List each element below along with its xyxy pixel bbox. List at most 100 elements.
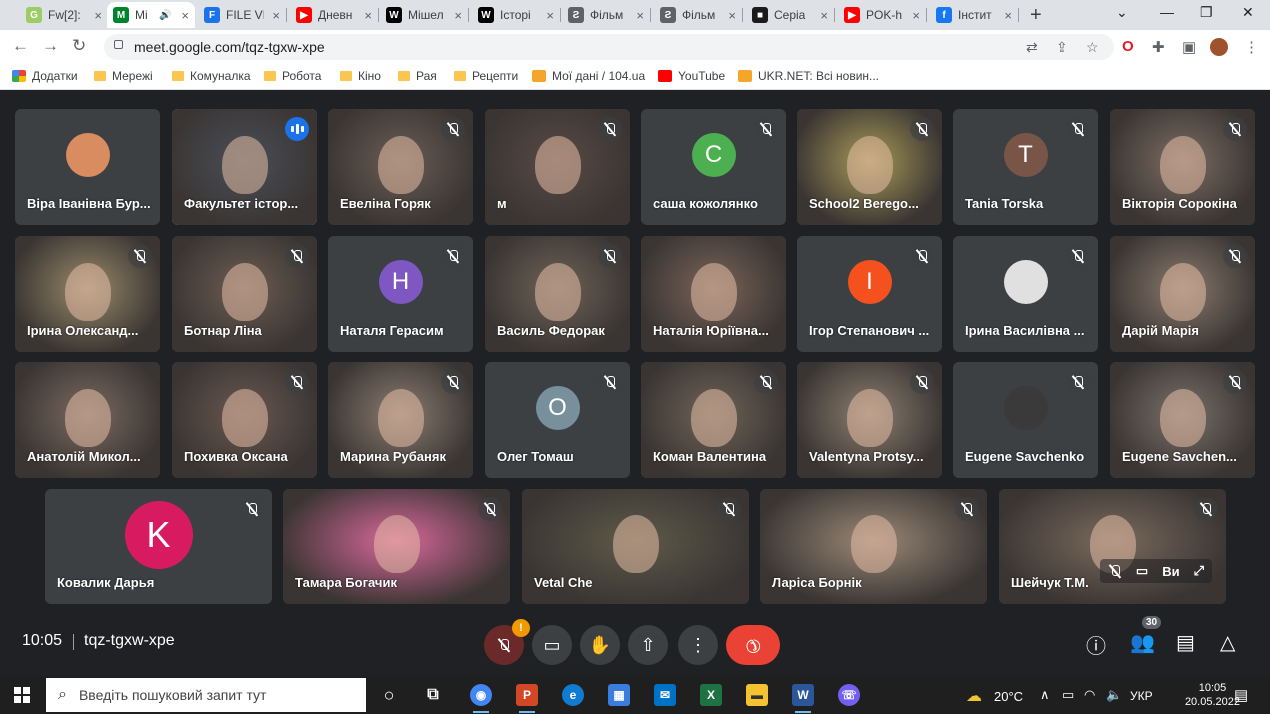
new-tab-icon[interactable]: +	[1030, 4, 1042, 27]
participant-tile[interactable]: Ірина Олександ...	[15, 236, 160, 352]
mic-toggle-button[interactable]: !	[484, 619, 530, 665]
tab-close-icon[interactable]: ×	[728, 8, 736, 23]
browser-tab[interactable]: ■ Серіа ×	[746, 2, 835, 28]
extensions-puzzle-icon[interactable]: ✚	[1152, 38, 1165, 56]
tab-close-icon[interactable]: ×	[272, 8, 280, 23]
participant-tile[interactable]: Коман Валентина	[641, 362, 786, 478]
browser-tab[interactable]: W Мішел ×	[380, 2, 469, 28]
participant-tile[interactable]: Вікторія Сорокіна	[1110, 109, 1255, 225]
participant-tile[interactable]: School2 Berego...	[797, 109, 942, 225]
participant-tile[interactable]: O Олег Томаш	[485, 362, 630, 478]
raise-hand-button[interactable]: ✋	[580, 625, 620, 665]
forward-icon[interactable]: →	[42, 36, 59, 56]
reload-icon[interactable]: ↻	[72, 36, 86, 56]
participant-tile[interactable]: Марина Рубаняк	[328, 362, 473, 478]
participant-tile[interactable]: І Ігор Степанович ...	[797, 236, 942, 352]
leave-call-button[interactable]: ✆	[726, 625, 780, 665]
tab-audio-icon[interactable]: 🔊	[159, 10, 171, 21]
browser-tab[interactable]: F FILE VI ×	[198, 2, 287, 28]
bookmark-item[interactable]: Рецепти	[454, 69, 518, 83]
browser-tab[interactable]: G Fw[2]: ×	[20, 2, 109, 28]
powerpoint-taskbar-icon[interactable]: P	[516, 684, 538, 713]
back-icon[interactable]: ←	[12, 36, 29, 56]
browser-tab[interactable]: W Історі ×	[472, 2, 561, 28]
participant-tile[interactable]: Ірина Василівна ...	[953, 236, 1098, 352]
bookmark-item[interactable]: YouTube	[658, 69, 725, 83]
file-explorer-taskbar-icon[interactable]: ▬	[746, 684, 768, 706]
participant-tile[interactable]: Ссаша кожолянко	[641, 109, 786, 225]
tab-close-icon[interactable]: ×	[454, 8, 462, 23]
tab-close-icon[interactable]: ×	[364, 8, 372, 23]
bookmark-item[interactable]: Робота	[264, 69, 321, 83]
browser-tab[interactable]: ▶ Дневн ×	[290, 2, 379, 28]
participant-tile[interactable]: Віра Іванівна Бур...	[15, 109, 160, 225]
opera-extension-icon[interactable]: O	[1122, 38, 1134, 55]
tab-close-icon[interactable]: ×	[636, 8, 644, 23]
bookmark-item[interactable]: Мої дані / 104.ua	[532, 69, 645, 83]
participant-tile[interactable]: Дарій Марія	[1110, 236, 1255, 352]
participant-tile[interactable]: Шейчук Т.М. ▭ Ви ⤢	[999, 489, 1226, 604]
more-options-button[interactable]: ⋮	[678, 625, 718, 665]
lock-icon[interactable]	[114, 40, 123, 49]
participant-tile[interactable]: Похивка Оксана	[172, 362, 317, 478]
bookmark-item[interactable]: Додатки	[12, 69, 78, 83]
participant-tile[interactable]: Eugene Savchen...	[1110, 362, 1255, 478]
minimize-icon[interactable]: —	[1160, 4, 1174, 20]
tab-close-icon[interactable]: ×	[546, 8, 554, 23]
participant-tile[interactable]: Ботнар Ліна	[172, 236, 317, 352]
participant-tile[interactable]: Василь Федорак	[485, 236, 630, 352]
excel-taskbar-icon[interactable]: X	[700, 684, 722, 706]
address-bar[interactable]: meet.google.com/tqz-tgxw-xpe ⇄ ⇪ ☆	[104, 34, 1114, 60]
notification-center-icon[interactable]: ▤	[1234, 686, 1248, 704]
system-clock[interactable]: 10:05 20.05.2022	[1185, 681, 1240, 709]
wifi-icon[interactable]: ◠	[1084, 687, 1095, 703]
participant-tile[interactable]: Eugene Savchenko	[953, 362, 1098, 478]
side-panel-icon[interactable]: ▣	[1182, 38, 1196, 56]
participant-tile[interactable]: Ларіса Борнік	[760, 489, 987, 604]
present-screen-button[interactable]: ⇧	[628, 625, 668, 665]
tab-close-icon[interactable]: ×	[1004, 8, 1012, 23]
weather-icon[interactable]: ☁	[966, 686, 982, 706]
bookmark-item[interactable]: UKR.NET: Всі новин...	[738, 69, 879, 83]
people-icon[interactable]: 👥	[1130, 630, 1155, 655]
tray-chevron-icon[interactable]: ∧	[1040, 687, 1050, 703]
participant-tile[interactable]: Евеліна Горяк	[328, 109, 473, 225]
url-text[interactable]: meet.google.com/tqz-tgxw-xpe	[134, 39, 325, 55]
volume-icon[interactable]: 🔈	[1106, 687, 1122, 703]
self-mic-off-icon[interactable]	[1108, 564, 1122, 578]
meeting-details-icon[interactable]: ⓘ	[1086, 630, 1106, 659]
participant-tile[interactable]: Факультет істор...	[172, 109, 317, 225]
bookmark-item[interactable]: Кіно	[340, 69, 381, 83]
participant-tile[interactable]: T Tania Torska	[953, 109, 1098, 225]
browser-tab[interactable]: M Mi × 🔊	[107, 2, 195, 28]
network-icon[interactable]: ▭	[1062, 687, 1074, 703]
bookmark-item[interactable]: Рая	[398, 69, 437, 83]
expand-icon[interactable]: ⤢	[1194, 563, 1204, 579]
taskbar-search-box[interactable]: ⌕ Введіть пошуковий запит тут	[46, 678, 366, 712]
word-taskbar-icon[interactable]: W	[792, 684, 814, 713]
tab-close-icon[interactable]: ×	[181, 8, 189, 23]
participant-tile[interactable]: Наталія Юріївна...	[641, 236, 786, 352]
participant-tile[interactable]: Тамара Богачик	[283, 489, 510, 604]
translate-icon[interactable]: ⇄	[1026, 39, 1038, 56]
language-indicator[interactable]: УКР	[1130, 689, 1153, 703]
participant-tile[interactable]: Анатолій Микол...	[15, 362, 160, 478]
edge-taskbar-icon[interactable]: e	[562, 684, 584, 706]
profile-avatar[interactable]	[1210, 38, 1228, 56]
browser-tab[interactable]: ▶ POK-h ×	[838, 2, 927, 28]
participant-tile[interactable]: Vetal Che	[522, 489, 749, 604]
participant-tile[interactable]: K Ковалик Дарья	[45, 489, 272, 604]
cortana-icon[interactable]: ○	[378, 684, 400, 706]
bookmark-item[interactable]: Мережі	[94, 69, 153, 83]
camera-toggle-button[interactable]: ▭	[532, 625, 572, 665]
windows-start-icon[interactable]	[14, 687, 30, 703]
tab-close-icon[interactable]: ×	[912, 8, 920, 23]
task-view-icon[interactable]: ⧉	[422, 684, 444, 706]
share-icon[interactable]: ⇪	[1056, 39, 1068, 56]
viber-taskbar-icon[interactable]: ☏	[838, 684, 860, 706]
participant-tile[interactable]: м	[485, 109, 630, 225]
tab-close-icon[interactable]: ×	[94, 8, 102, 23]
browser-tab[interactable]: f Інстит ×	[930, 2, 1019, 28]
chrome-taskbar-icon[interactable]: ◉	[470, 684, 492, 713]
activities-icon[interactable]: △	[1220, 630, 1235, 655]
